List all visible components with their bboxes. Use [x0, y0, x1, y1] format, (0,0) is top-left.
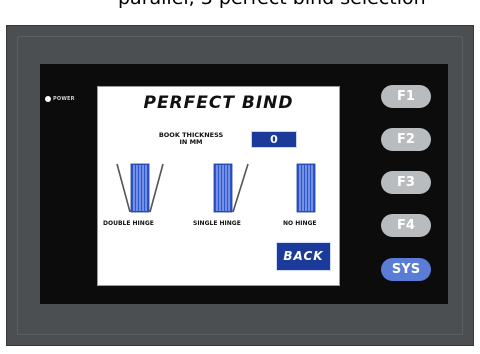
touch-screen: PERFECT BIND BOOK THICKNESS IN MM 0 DOUB… — [97, 86, 340, 286]
f1-key[interactable]: F1 — [381, 85, 431, 108]
power-label: POWER — [53, 96, 75, 102]
book-thickness-input[interactable]: 0 — [251, 131, 297, 148]
caption-text: parallel, 3 perfect bind selection — [118, 0, 480, 9]
single-hinge-book-icon[interactable] — [210, 162, 252, 214]
f3-key[interactable]: F3 — [381, 171, 431, 194]
f2-key[interactable]: F2 — [381, 128, 431, 151]
screen-title: PERFECT BIND — [143, 93, 294, 113]
sys-key[interactable]: SYS — [381, 258, 431, 281]
double-hinge-label: DOUBLE HINGE — [103, 220, 154, 227]
single-hinge-label: SINGLE HINGE — [193, 220, 241, 227]
no-hinge-label: NO HINGE — [283, 220, 317, 227]
double-hinge-book-icon[interactable] — [114, 162, 166, 214]
back-button[interactable]: BACK — [276, 242, 331, 271]
book-thickness-label-line2: IN MM — [179, 138, 203, 146]
f4-key[interactable]: F4 — [381, 214, 431, 237]
no-hinge-book-icon[interactable] — [294, 162, 318, 214]
power-led-icon — [45, 96, 51, 102]
book-thickness-label: BOOK THICKNESS IN MM — [126, 132, 256, 146]
